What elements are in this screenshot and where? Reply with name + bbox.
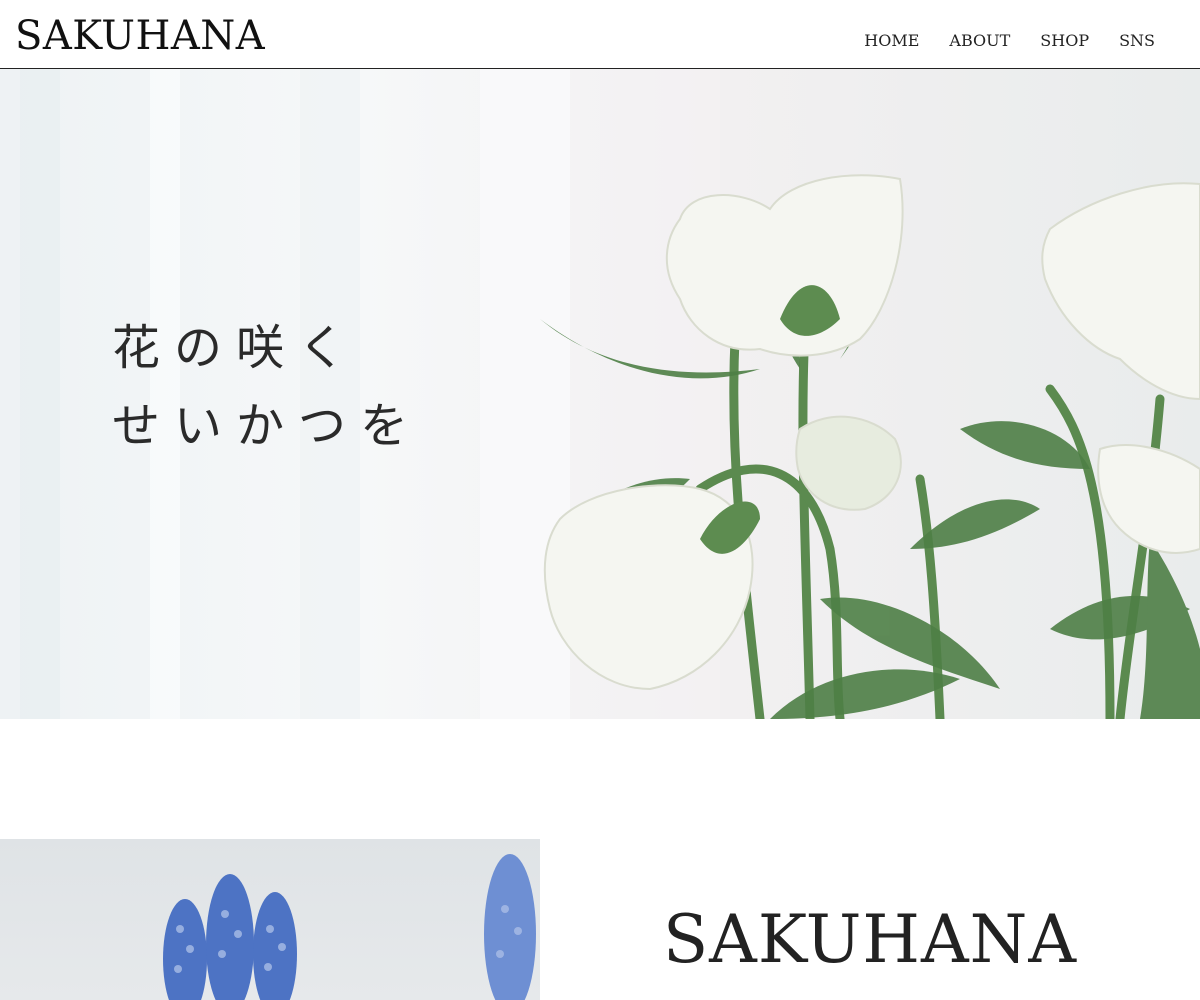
hero-tagline-line-1: 花の咲く — [112, 320, 361, 376]
about-title: SAKUHANA — [662, 901, 1078, 978]
nav-home[interactable]: HOME — [864, 30, 919, 52]
hero-section: 花の咲く せいかつを — [0, 69, 1200, 719]
brand-logo[interactable]: SAKUHANA — [15, 12, 265, 60]
hero-tagline-line-2: せいかつを — [112, 398, 423, 454]
nav-about[interactable]: ABOUT — [949, 30, 1010, 52]
nav-shop[interactable]: SHOP — [1040, 30, 1089, 52]
hero-tagline: 花の咲く せいかつを — [112, 309, 422, 465]
main-nav: HOME ABOUT SHOP SNS — [864, 30, 1155, 52]
site-header: SAKUHANA HOME ABOUT SHOP SNS — [0, 0, 1200, 69]
blue-flowers-image — [0, 839, 540, 1000]
nav-sns[interactable]: SNS — [1119, 30, 1155, 52]
